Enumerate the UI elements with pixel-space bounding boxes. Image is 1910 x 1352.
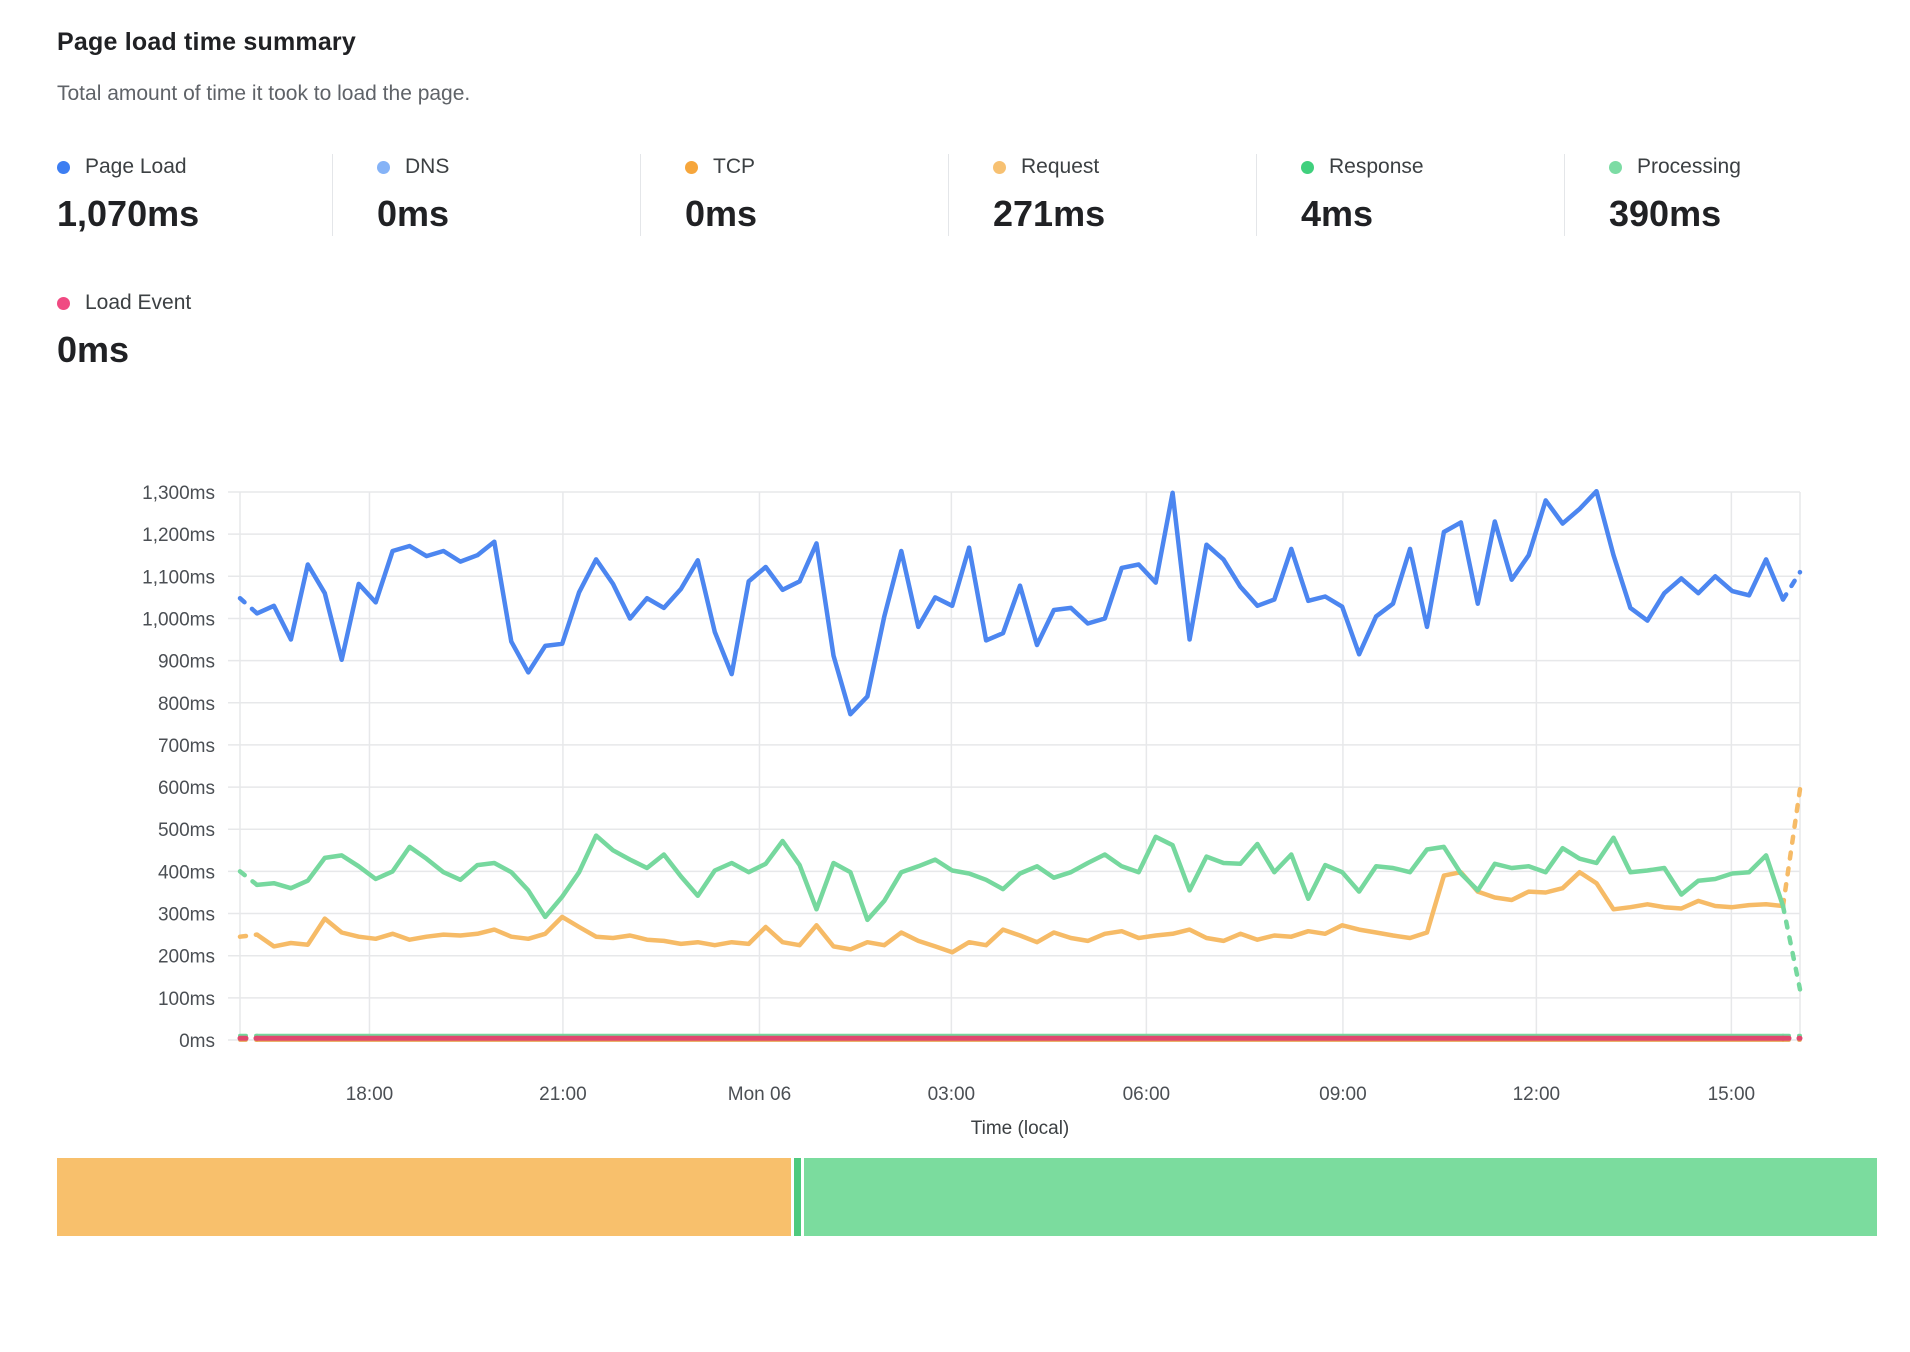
y-axis-tick-label: 800ms bbox=[158, 694, 215, 715]
metric-value: 271ms bbox=[993, 192, 1256, 236]
x-axis-tick-label: 12:00 bbox=[1513, 1084, 1561, 1105]
metric-label-row: Request bbox=[993, 154, 1256, 180]
x-axis-title: Time (local) bbox=[971, 1118, 1070, 1139]
metric-label-row: TCP bbox=[685, 154, 948, 180]
metric-page-load: Page Load 1,070ms bbox=[57, 154, 332, 236]
y-axis-tick-label: 300ms bbox=[158, 905, 215, 926]
series-line-request bbox=[257, 872, 1783, 952]
status-timeline-bar[interactable] bbox=[57, 1158, 1877, 1236]
series-line-request-partial bbox=[240, 935, 257, 937]
series-line-page-load bbox=[257, 491, 1783, 714]
metric-dns: DNS 0ms bbox=[332, 154, 640, 236]
metric-summary-row: Page Load 1,070ms DNS 0ms TCP 0ms Request 271ms… bbox=[57, 154, 1910, 236]
y-axis-tick-label: 1,000ms bbox=[142, 609, 215, 630]
chart-canvas[interactable]: 0ms 100ms 200ms 300ms 400ms 500ms 600ms 700ms 80… bbox=[0, 372, 1910, 1152]
y-axis-tick-label: 100ms bbox=[158, 989, 215, 1010]
status-bar-segment-sliver-green[interactable] bbox=[794, 1158, 801, 1236]
series-line-processing bbox=[257, 836, 1783, 920]
status-bar-segment-degraded-orange[interactable] bbox=[57, 1158, 791, 1236]
y-axis-tick-label: 600ms bbox=[158, 778, 215, 799]
metric-name: Response bbox=[1329, 154, 1424, 180]
page-load-summary-panel: Page load time summary Total amount of t… bbox=[0, 0, 1910, 1236]
series-line-request-partial bbox=[1783, 789, 1800, 906]
metric-name: DNS bbox=[405, 154, 449, 180]
x-axis-tick-label: 15:00 bbox=[1708, 1084, 1756, 1105]
metric-value: 4ms bbox=[1301, 192, 1564, 236]
page-subtitle: Total amount of time it took to load the… bbox=[57, 80, 1910, 108]
y-axis-tick-label: 500ms bbox=[158, 820, 215, 841]
metric-name: Processing bbox=[1637, 154, 1741, 180]
panel-header: Page load time summary Total amount of t… bbox=[57, 26, 1910, 108]
y-axis-tick-label: 900ms bbox=[158, 652, 215, 673]
dns-legend-dot-icon bbox=[377, 161, 390, 174]
metric-value: 1,070ms bbox=[57, 192, 332, 236]
response-legend-dot-icon bbox=[1301, 161, 1314, 174]
y-axis-tick-label: 0ms bbox=[179, 1031, 215, 1052]
processing-legend-dot-icon bbox=[1609, 161, 1622, 174]
metric-name: Page Load bbox=[85, 154, 187, 180]
metric-request: Request 271ms bbox=[948, 154, 1256, 236]
x-axis-tick-label: 18:00 bbox=[346, 1084, 394, 1105]
metric-label-row: DNS bbox=[377, 154, 640, 180]
metric-name: Load Event bbox=[85, 290, 191, 316]
metric-value: 0ms bbox=[377, 192, 640, 236]
x-axis-tick-label: 03:00 bbox=[928, 1084, 976, 1105]
metric-processing: Processing 390ms bbox=[1564, 154, 1872, 236]
metric-label-row: Response bbox=[1301, 154, 1564, 180]
metric-name: Request bbox=[1021, 154, 1099, 180]
status-bar-segment-healthy-green[interactable] bbox=[804, 1158, 1877, 1236]
metric-tcp: TCP 0ms bbox=[640, 154, 948, 236]
y-axis-tick-label: 400ms bbox=[158, 862, 215, 883]
metric-value: 390ms bbox=[1609, 192, 1872, 236]
timeseries-chart[interactable]: 0ms 100ms 200ms 300ms 400ms 500ms 600ms 700ms 80… bbox=[0, 372, 1910, 1152]
metric-summary-row-secondary: Load Event 0ms bbox=[57, 290, 1910, 372]
x-axis-tick-label: 09:00 bbox=[1319, 1084, 1367, 1105]
x-axis-tick-label: 21:00 bbox=[539, 1084, 587, 1105]
series-line-processing-partial bbox=[240, 871, 257, 885]
y-axis-tick-label: 700ms bbox=[158, 736, 215, 757]
metric-load-event: Load Event 0ms bbox=[57, 290, 332, 372]
metric-response: Response 4ms bbox=[1256, 154, 1564, 236]
x-axis-tick-label: Mon 06 bbox=[728, 1084, 791, 1105]
tcp-legend-dot-icon bbox=[685, 161, 698, 174]
metric-name: TCP bbox=[713, 154, 755, 180]
y-axis-tick-label: 1,100ms bbox=[142, 567, 215, 588]
load-event-legend-dot-icon bbox=[57, 297, 70, 310]
series-line-processing-partial bbox=[1783, 906, 1800, 989]
y-axis-tick-label: 200ms bbox=[158, 947, 215, 968]
request-legend-dot-icon bbox=[993, 161, 1006, 174]
y-axis-tick-label: 1,200ms bbox=[142, 525, 215, 546]
y-axis-tick-label: 1,300ms bbox=[142, 483, 215, 504]
metric-value: 0ms bbox=[57, 328, 332, 372]
metric-label-row: Page Load bbox=[57, 154, 332, 180]
page-title: Page load time summary bbox=[57, 26, 1910, 58]
x-axis-tick-label: 06:00 bbox=[1123, 1084, 1171, 1105]
series-line-page-load-partial bbox=[240, 598, 257, 613]
metric-value: 0ms bbox=[685, 192, 948, 236]
metric-label-row: Load Event bbox=[57, 290, 332, 316]
page-load-legend-dot-icon bbox=[57, 161, 70, 174]
metric-label-row: Processing bbox=[1609, 154, 1872, 180]
